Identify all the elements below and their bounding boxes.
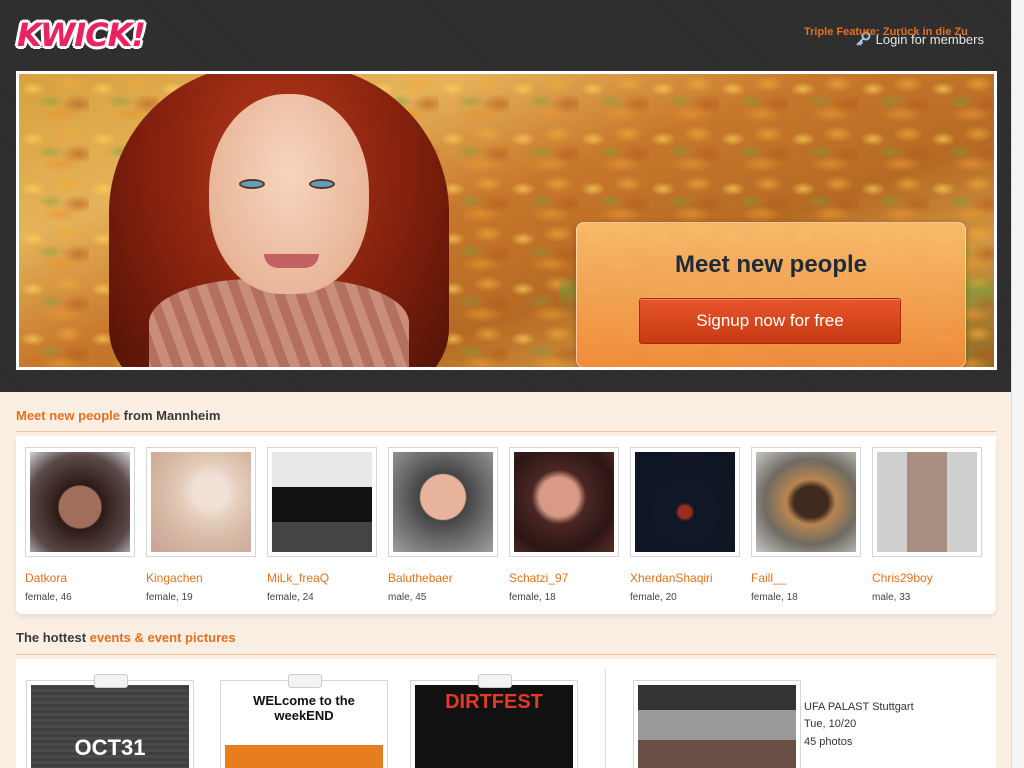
person-card[interactable]: XherdanShaqiri female, 20 bbox=[630, 447, 740, 603]
hero-banner: Meet new people Signup now for free bbox=[16, 71, 997, 370]
flyer-tab bbox=[94, 674, 128, 688]
events-list: OCT31 WELcome to the weekEND DIRTFEST bbox=[16, 659, 996, 768]
person-photo[interactable] bbox=[509, 447, 619, 557]
person-card[interactable]: Chris29boy male, 33 bbox=[872, 447, 982, 603]
people-section-title: Meet new people from Mannheim bbox=[16, 408, 220, 423]
person-info: female, 46 bbox=[25, 592, 72, 603]
flyer-tab bbox=[288, 674, 322, 688]
signup-button[interactable]: Signup now for free bbox=[639, 298, 901, 344]
person-name[interactable]: Chris29boy bbox=[872, 571, 982, 585]
person-info: female, 24 bbox=[267, 592, 314, 603]
person-photo[interactable] bbox=[267, 447, 377, 557]
kwick-logo[interactable]: KWICK! bbox=[17, 16, 146, 54]
person-name[interactable]: Faill__ bbox=[751, 571, 861, 585]
flyer-text: DIRTFEST bbox=[445, 691, 543, 713]
logo-text: KWICK! bbox=[17, 16, 146, 54]
event-flyer[interactable]: WELcome to the weekEND bbox=[220, 674, 388, 768]
person-photo[interactable] bbox=[146, 447, 256, 557]
signup-box: Meet new people Signup now for free bbox=[576, 222, 966, 367]
person-name[interactable]: XherdanShaqiri bbox=[630, 571, 740, 585]
person-photo[interactable] bbox=[25, 447, 135, 557]
vertical-divider bbox=[605, 669, 606, 768]
person-card[interactable]: Baluthebaer male, 45 bbox=[388, 447, 498, 603]
person-photo[interactable] bbox=[872, 447, 982, 557]
person-name[interactable]: Datkora bbox=[25, 571, 135, 585]
featured-event-venue: UFA PALAST Stuttgart bbox=[804, 701, 914, 713]
person-card[interactable]: Datkora female, 46 bbox=[25, 447, 135, 603]
person-info: male, 45 bbox=[388, 592, 427, 603]
person-info: male, 33 bbox=[872, 592, 911, 603]
hero-title: Meet new people bbox=[674, 251, 868, 278]
scrollbar[interactable] bbox=[1011, 0, 1024, 768]
events-section-title-rest: The hottest bbox=[16, 630, 90, 645]
person-name[interactable]: Baluthebaer bbox=[388, 571, 498, 585]
flyer-text: WELcome to the weekEND bbox=[253, 693, 355, 723]
header: KWICK! Login for members Meet new people… bbox=[0, 0, 1011, 392]
person-info: female, 20 bbox=[630, 592, 677, 603]
person-name[interactable]: Kingachen bbox=[146, 571, 256, 585]
people-list: Datkora female, 46 Kingachen female, 19 … bbox=[16, 436, 996, 614]
person-photo[interactable] bbox=[751, 447, 861, 557]
event-flyer[interactable]: DIRTFEST bbox=[410, 674, 578, 768]
person-info: female, 18 bbox=[509, 592, 556, 603]
featured-event-date: Tue, 10/20 bbox=[804, 718, 857, 730]
people-section-title-rest: from Mannheim bbox=[120, 408, 221, 423]
events-section-title-link[interactable]: events & event pictures bbox=[90, 630, 236, 645]
featured-event-title[interactable]: Triple Feature: Zurück in die Zu bbox=[804, 26, 968, 38]
people-section-title-link[interactable]: Meet new people bbox=[16, 408, 120, 423]
person-photo[interactable] bbox=[388, 447, 498, 557]
person-card[interactable]: Kingachen female, 19 bbox=[146, 447, 256, 603]
person-info: female, 18 bbox=[751, 592, 798, 603]
featured-event-photos: 45 photos bbox=[804, 736, 853, 748]
person-info: female, 19 bbox=[146, 592, 193, 603]
divider bbox=[16, 431, 996, 432]
person-card[interactable]: Schatzi_97 female, 18 bbox=[509, 447, 619, 603]
flyer-text: OCT31 bbox=[74, 735, 146, 760]
divider bbox=[16, 654, 996, 655]
person-card[interactable]: MiLk_freaQ female, 24 bbox=[267, 447, 377, 603]
flyer-tab bbox=[478, 674, 512, 688]
hero-woman-photo bbox=[89, 74, 469, 367]
featured-event-photo[interactable] bbox=[633, 680, 801, 768]
person-card[interactable]: Faill__ female, 18 bbox=[751, 447, 861, 603]
person-name[interactable]: MiLk_freaQ bbox=[267, 571, 377, 585]
person-name[interactable]: Schatzi_97 bbox=[509, 571, 619, 585]
person-photo[interactable] bbox=[630, 447, 740, 557]
events-section-title: The hottest events & event pictures bbox=[16, 630, 236, 645]
event-flyer[interactable]: OCT31 bbox=[26, 674, 194, 768]
